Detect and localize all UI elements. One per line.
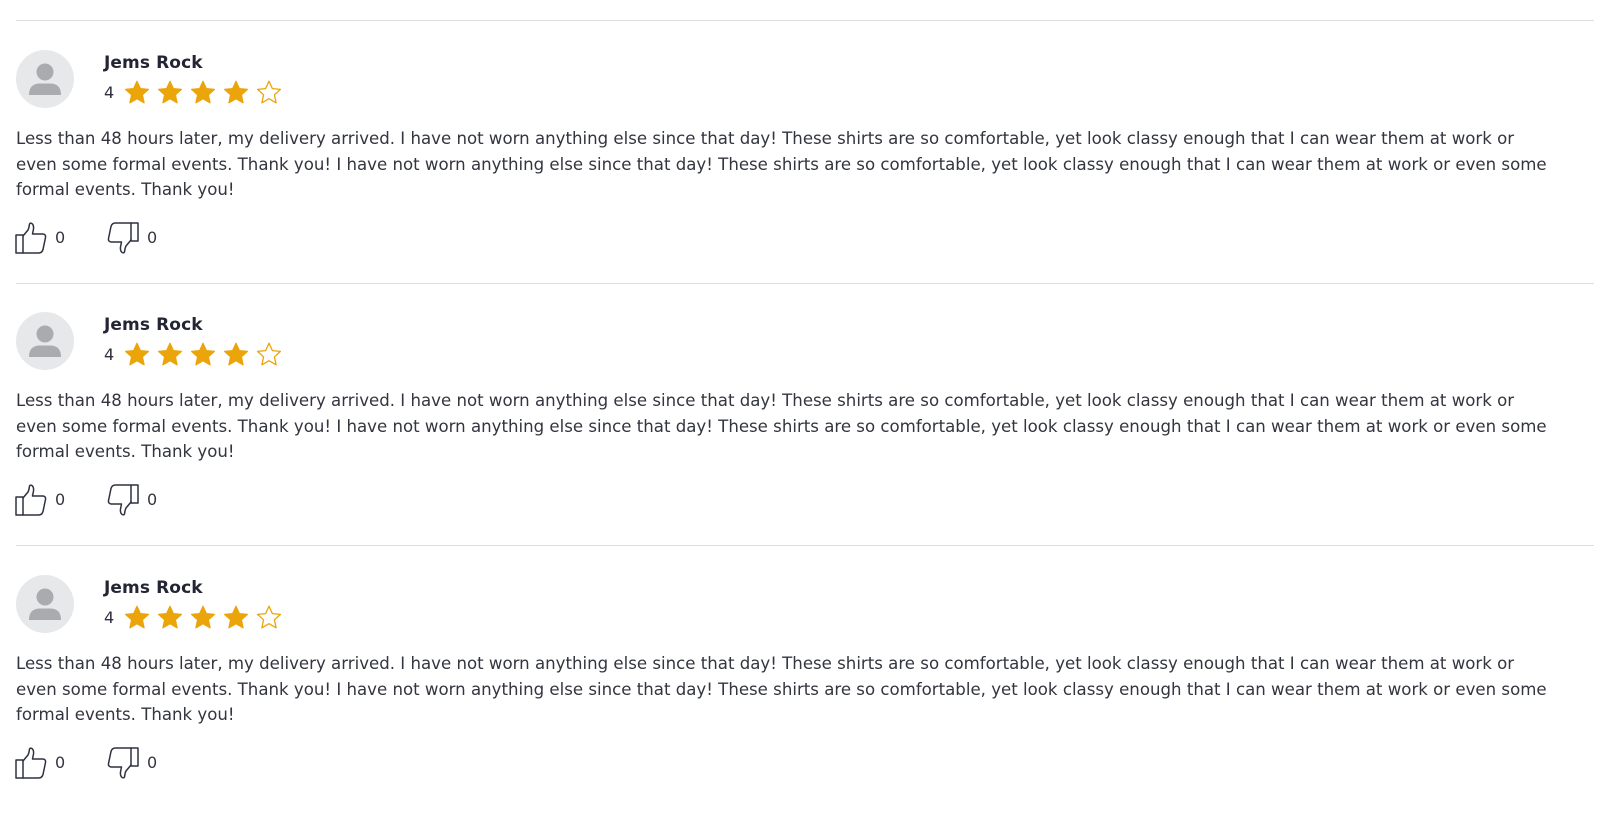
star-empty-icon <box>255 604 283 632</box>
star-filled-icon <box>189 604 217 632</box>
star-filled-icon <box>156 341 184 369</box>
star-filled-icon <box>123 79 151 107</box>
dislike-button[interactable]: 0 <box>106 746 166 780</box>
star-filled-icon <box>156 79 184 107</box>
dislike-count: 0 <box>147 490 158 509</box>
star-rating <box>123 341 287 369</box>
like-button[interactable]: 0 <box>14 221 74 255</box>
divider <box>16 20 1594 21</box>
thumbs-up-icon[interactable] <box>14 483 48 517</box>
divider <box>16 545 1594 546</box>
thumbs-down-icon[interactable] <box>106 221 140 255</box>
dislike-button[interactable]: 0 <box>106 221 166 255</box>
thumbs-down-icon[interactable] <box>106 746 140 780</box>
thumbs-up-icon[interactable] <box>14 221 48 255</box>
user-avatar-icon <box>16 575 74 633</box>
reviewer-name: Jems Rock <box>104 578 203 598</box>
thumbs-down-icon[interactable] <box>106 483 140 517</box>
star-filled-icon <box>222 79 250 107</box>
rating-value: 4 <box>104 83 115 102</box>
like-button[interactable]: 0 <box>14 483 74 517</box>
like-count: 0 <box>55 228 66 247</box>
user-avatar-icon <box>16 312 74 370</box>
review-item: Jems Rock 4 Less than 48 hours later, my… <box>0 575 1605 826</box>
star-filled-icon <box>123 604 151 632</box>
star-empty-icon <box>255 341 283 369</box>
like-count: 0 <box>55 490 66 509</box>
star-filled-icon <box>189 341 217 369</box>
review-text: Less than 48 hours later, my delivery ar… <box>16 391 1547 461</box>
reviewer-name: Jems Rock <box>104 315 203 335</box>
review-item: Jems Rock 4 Less than 48 hours later, my… <box>0 50 1605 312</box>
divider <box>16 283 1594 284</box>
star-empty-icon <box>255 79 283 107</box>
review-text: Less than 48 hours later, my delivery ar… <box>16 654 1547 724</box>
reviewer-name: Jems Rock <box>104 53 203 73</box>
like-button[interactable]: 0 <box>14 746 74 780</box>
star-filled-icon <box>156 604 184 632</box>
star-rating <box>123 604 287 632</box>
thumbs-up-icon[interactable] <box>14 746 48 780</box>
star-rating <box>123 79 287 107</box>
star-filled-icon <box>189 79 217 107</box>
star-filled-icon <box>222 604 250 632</box>
dislike-button[interactable]: 0 <box>106 483 166 517</box>
star-filled-icon <box>123 341 151 369</box>
dislike-count: 0 <box>147 753 158 772</box>
review-item: Jems Rock 4 Less than 48 hours later, my… <box>0 312 1605 574</box>
rating-value: 4 <box>104 608 115 627</box>
rating-value: 4 <box>104 345 115 364</box>
like-count: 0 <box>55 753 66 772</box>
star-filled-icon <box>222 341 250 369</box>
dislike-count: 0 <box>147 228 158 247</box>
review-text: Less than 48 hours later, my delivery ar… <box>16 129 1547 199</box>
user-avatar-icon <box>16 50 74 108</box>
